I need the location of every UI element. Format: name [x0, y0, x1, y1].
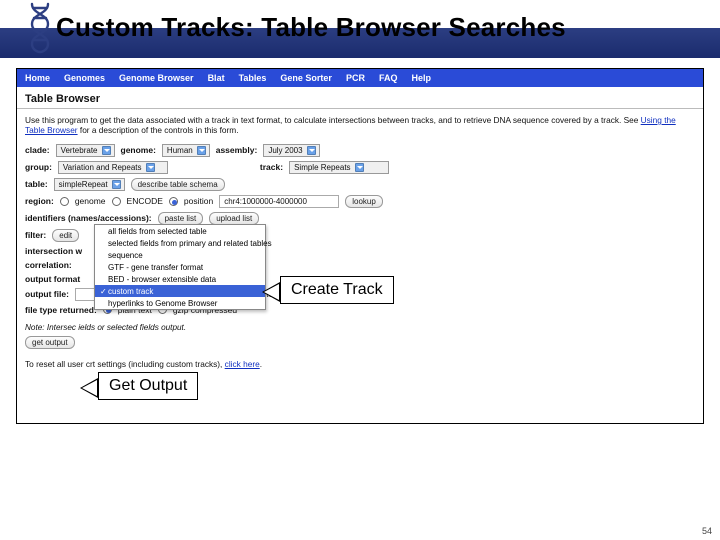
clade-select[interactable]: Vertebrate [56, 144, 115, 157]
chevron-down-icon [102, 146, 111, 155]
get-output-button[interactable]: get output [25, 336, 75, 349]
slide-title: Custom Tracks: Table Browser Searches [56, 12, 566, 43]
table-label: table: [25, 179, 48, 189]
dropdown-opt-custom-track[interactable]: ✓custom track [95, 285, 265, 297]
region-position-text: position [184, 196, 213, 206]
row-table: table: simpleRepeat describe table schem… [17, 176, 703, 193]
callout-get-output: Get Output [98, 372, 198, 400]
intro-text: Use this program to get the data associa… [17, 113, 703, 142]
table-select[interactable]: simpleRepeat [54, 178, 125, 191]
dropdown-opt-selected-fields[interactable]: selected fields from primary and related… [95, 237, 265, 249]
reset-link[interactable]: click here [225, 359, 260, 369]
nav-faq[interactable]: FAQ [379, 73, 398, 83]
genome-select[interactable]: Human [162, 144, 210, 157]
arrow-left-icon [80, 378, 98, 398]
paste-list-button[interactable]: paste list [158, 212, 204, 225]
nav-help[interactable]: Help [411, 73, 431, 83]
region-genome-text: genome [75, 196, 106, 206]
dropdown-opt-bed[interactable]: BED - browser extensible data [95, 273, 265, 285]
chevron-down-icon [307, 146, 316, 155]
output-format-label: output format [25, 274, 80, 284]
track-select[interactable]: Simple Repeats [289, 161, 389, 174]
region-label: region: [25, 196, 54, 206]
assembly-label: assembly: [216, 145, 258, 155]
row-get-output: get output [17, 334, 703, 351]
group-select[interactable]: Variation and Repeats [58, 161, 168, 174]
identifiers-label: identifiers (names/accessions): [25, 213, 152, 223]
callout-create-track: Create Track [280, 276, 394, 304]
file-type-label: file type returned: [25, 305, 97, 315]
output-format-dropdown[interactable]: all fields from selected table selected … [94, 224, 266, 310]
dropdown-opt-hyperlinks[interactable]: hyperlinks to Genome Browser [95, 297, 265, 309]
row-group-track: group: Variation and Repeats track: Simp… [17, 159, 703, 176]
row-clade-genome-assembly: clade: Vertebrate genome: Human assembly… [17, 142, 703, 159]
assembly-select[interactable]: July 2003 [263, 144, 319, 157]
region-encode-radio[interactable] [112, 197, 121, 206]
nav-bar: Home Genomes Genome Browser Blat Tables … [17, 69, 703, 87]
filter-label: filter: [25, 230, 46, 240]
region-genome-radio[interactable] [60, 197, 69, 206]
dropdown-opt-gtf[interactable]: GTF - gene transfer format [95, 261, 265, 273]
position-input[interactable]: chr4:1000000-4000000 [219, 195, 339, 208]
genome-label: genome: [121, 145, 156, 155]
nav-genomes[interactable]: Genomes [64, 73, 105, 83]
correlation-label: correlation: [25, 260, 72, 270]
nav-pcr[interactable]: PCR [346, 73, 365, 83]
dropdown-opt-all-fields[interactable]: all fields from selected table [95, 225, 265, 237]
callout-get-output-label: Get Output [98, 372, 198, 400]
region-encode-text: ENCODE [127, 196, 163, 206]
region-position-radio[interactable] [169, 197, 178, 206]
describe-schema-button[interactable]: describe table schema [131, 178, 225, 191]
page-number: 54 [702, 526, 712, 536]
callout-create-track-label: Create Track [280, 276, 394, 304]
chevron-down-icon [197, 146, 206, 155]
intersection-label: intersection w [25, 246, 82, 256]
group-label: group: [25, 162, 52, 172]
chevron-down-icon [146, 163, 155, 172]
row-region: region: genome ENCODE position chr4:1000… [17, 193, 703, 210]
nav-genome-browser[interactable]: Genome Browser [119, 73, 194, 83]
arrow-left-icon [262, 282, 280, 302]
intersection-note: Note: Intersec ields or selected fields … [17, 317, 703, 334]
chevron-down-icon [112, 180, 121, 189]
dropdown-opt-sequence[interactable]: sequence [95, 249, 265, 261]
clade-label: clade: [25, 145, 50, 155]
nav-gene-sorter[interactable]: Gene Sorter [280, 73, 332, 83]
section-title: Table Browser [17, 87, 703, 109]
upload-list-button[interactable]: upload list [209, 212, 259, 225]
dna-icon [28, 2, 52, 54]
output-file-label: output file: [25, 289, 69, 299]
lookup-button[interactable]: lookup [345, 195, 383, 208]
nav-blat[interactable]: Blat [208, 73, 225, 83]
track-label: track: [260, 162, 283, 172]
nav-tables[interactable]: Tables [239, 73, 267, 83]
chevron-down-icon [355, 163, 364, 172]
filter-edit-button[interactable]: edit [52, 229, 79, 242]
nav-home[interactable]: Home [25, 73, 50, 83]
